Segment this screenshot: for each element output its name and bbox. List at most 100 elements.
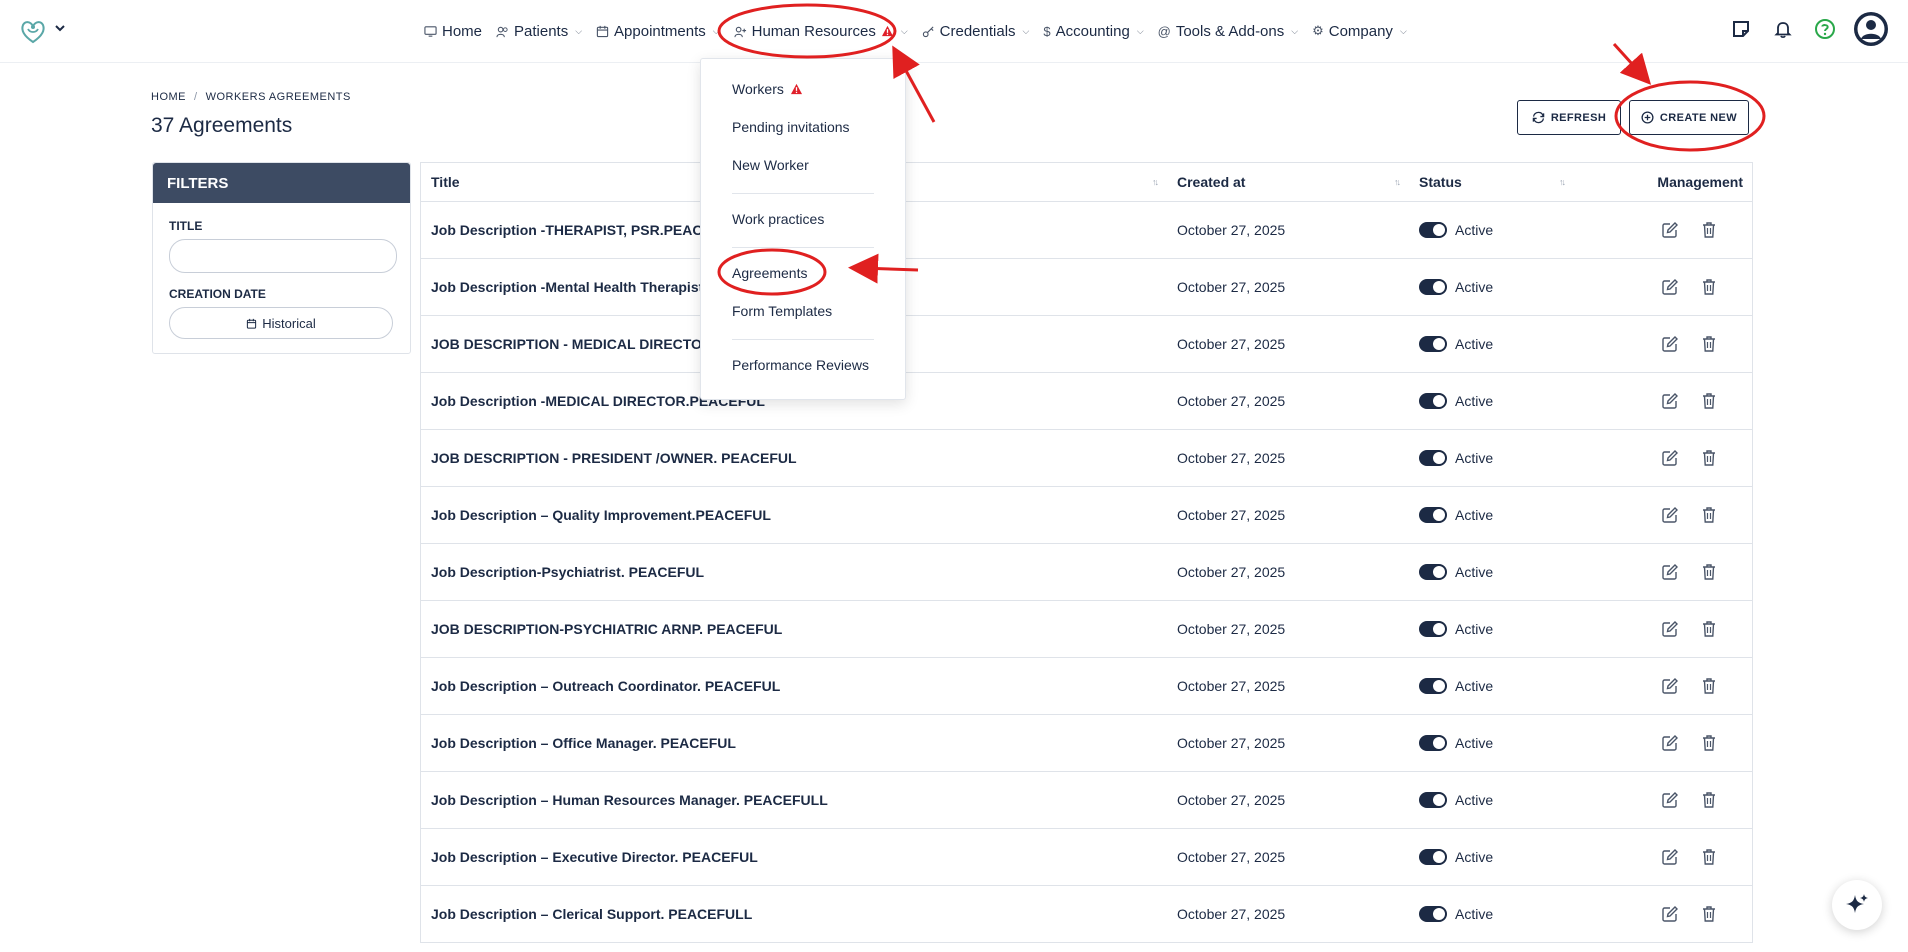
status-toggle[interactable] <box>1419 678 1447 694</box>
edit-icon[interactable] <box>1661 449 1679 467</box>
row-title[interactable]: Job Description – Clerical Support. PEAC… <box>431 886 752 942</box>
edit-icon[interactable] <box>1661 734 1679 752</box>
sort-icon[interactable]: ↑↓ <box>1559 177 1566 187</box>
edit-icon[interactable] <box>1661 791 1679 809</box>
menu-item-form-templates[interactable]: Form Templates <box>732 303 832 319</box>
trash-icon[interactable] <box>1701 734 1717 752</box>
status-toggle[interactable] <box>1419 621 1447 637</box>
nav-human-resources[interactable]: Human Resources ⌵ <box>733 23 908 40</box>
status-toggle[interactable] <box>1419 450 1447 466</box>
row-actions <box>1661 715 1717 771</box>
breadcrumb-separator: / <box>194 91 198 103</box>
gear-icon: ⚙ <box>1312 23 1324 38</box>
title-filter-input[interactable] <box>169 239 397 273</box>
row-status: Active <box>1419 715 1493 771</box>
bell-icon[interactable] <box>1770 16 1796 42</box>
human-resources-dropdown: Workers Pending invitations New Worker W… <box>700 58 906 400</box>
row-title[interactable]: Job Description-Psychiatrist. PEACEFUL <box>431 544 704 600</box>
nav-accounting[interactable]: $ Accounting ⌵ <box>1043 23 1143 40</box>
column-title[interactable]: Title <box>431 174 460 190</box>
creation-date-select[interactable]: Historical <box>169 307 393 339</box>
menu-item-workers[interactable]: Workers <box>732 81 803 97</box>
trash-icon[interactable] <box>1701 506 1717 524</box>
row-actions <box>1661 658 1717 714</box>
status-toggle[interactable] <box>1419 564 1447 580</box>
status-toggle[interactable] <box>1419 222 1447 238</box>
title-filter-label: TITLE <box>169 219 203 233</box>
trash-icon[interactable] <box>1701 335 1717 353</box>
row-title[interactable]: Job Description – Outreach Coordinator. … <box>431 658 780 714</box>
edit-icon[interactable] <box>1661 221 1679 239</box>
trash-icon[interactable] <box>1701 449 1717 467</box>
status-toggle[interactable] <box>1419 336 1447 352</box>
menu-item-work-practices[interactable]: Work practices <box>732 211 824 227</box>
row-title[interactable]: Job Description -THERAPIST, PSR.PEACEFUL <box>431 202 739 258</box>
edit-icon[interactable] <box>1661 677 1679 695</box>
ai-assistant-button[interactable] <box>1832 880 1882 930</box>
status-toggle[interactable] <box>1419 906 1447 922</box>
logo-menu-chevron-icon[interactable] <box>54 20 66 36</box>
logo-icon[interactable] <box>18 16 48 46</box>
trash-icon[interactable] <box>1701 563 1717 581</box>
nav-credentials[interactable]: Credentials ⌵ <box>922 23 1029 40</box>
nav-appointments[interactable]: Appointments ⌵ <box>596 23 720 40</box>
row-title[interactable]: Job Description – Executive Director. PE… <box>431 829 758 885</box>
row-title[interactable]: JOB DESCRIPTION - PRESIDENT /OWNER. PEAC… <box>431 430 797 486</box>
trash-icon[interactable] <box>1701 905 1717 923</box>
trash-icon[interactable] <box>1701 848 1717 866</box>
status-toggle[interactable] <box>1419 735 1447 751</box>
edit-icon[interactable] <box>1661 563 1679 581</box>
trash-icon[interactable] <box>1701 221 1717 239</box>
status-toggle[interactable] <box>1419 279 1447 295</box>
table-row: JOB DESCRIPTION-PSYCHIATRIC ARNP. PEACEF… <box>421 601 1752 658</box>
edit-icon[interactable] <box>1661 905 1679 923</box>
edit-icon[interactable] <box>1661 848 1679 866</box>
row-title[interactable]: Job Description – Office Manager. PEACEF… <box>431 715 736 771</box>
column-created-at[interactable]: Created at <box>1177 174 1245 190</box>
row-title[interactable]: JOB DESCRIPTION - MEDICAL DIRECTOR AND <box>431 316 746 372</box>
row-title[interactable]: Job Description -Mental Health Therapist <box>431 259 703 315</box>
refresh-button[interactable]: REFRESH <box>1517 100 1621 135</box>
menu-item-new-worker[interactable]: New Worker <box>732 157 809 173</box>
row-title[interactable]: Job Description – Quality Improvement.PE… <box>431 487 771 543</box>
avatar[interactable] <box>1854 12 1888 46</box>
status-label: Active <box>1455 792 1494 808</box>
row-status: Active <box>1419 316 1493 372</box>
notes-icon[interactable] <box>1728 16 1754 42</box>
trash-icon[interactable] <box>1701 392 1717 410</box>
calendar-icon <box>247 318 257 329</box>
trash-icon[interactable] <box>1701 677 1717 695</box>
row-title[interactable]: Job Description – Human Resources Manage… <box>431 772 828 828</box>
breadcrumb-home[interactable]: HOME <box>151 91 186 103</box>
menu-item-performance-reviews[interactable]: Performance Reviews <box>732 357 869 373</box>
edit-icon[interactable] <box>1661 335 1679 353</box>
status-toggle[interactable] <box>1419 507 1447 523</box>
status-label: Active <box>1455 222 1494 238</box>
nav-company[interactable]: ⚙ Company ⌵ <box>1312 23 1407 40</box>
trash-icon[interactable] <box>1701 278 1717 296</box>
trash-icon[interactable] <box>1701 791 1717 809</box>
edit-icon[interactable] <box>1661 620 1679 638</box>
sort-icon[interactable]: ↑↓ <box>1152 177 1159 187</box>
create-new-button[interactable]: CREATE NEW <box>1629 100 1749 135</box>
status-toggle[interactable] <box>1419 849 1447 865</box>
status-toggle[interactable] <box>1419 792 1447 808</box>
column-management: Management <box>1657 174 1743 190</box>
edit-icon[interactable] <box>1661 392 1679 410</box>
row-title[interactable]: JOB DESCRIPTION-PSYCHIATRIC ARNP. PEACEF… <box>431 601 782 657</box>
nav-tools-addons[interactable]: @ Tools & Add-ons ⌵ <box>1158 23 1298 40</box>
sort-icon[interactable]: ↑↓ <box>1394 177 1401 187</box>
nav-patients[interactable]: Patients ⌵ <box>496 23 582 40</box>
sparkle-icon <box>1846 894 1868 913</box>
row-actions <box>1661 886 1717 942</box>
edit-icon[interactable] <box>1661 278 1679 296</box>
status-toggle[interactable] <box>1419 393 1447 409</box>
trash-icon[interactable] <box>1701 620 1717 638</box>
column-status[interactable]: Status <box>1419 174 1462 190</box>
menu-item-agreements[interactable]: Agreements <box>732 265 807 281</box>
edit-icon[interactable] <box>1661 506 1679 524</box>
row-actions <box>1661 202 1717 258</box>
menu-item-pending-invitations[interactable]: Pending invitations <box>732 119 850 135</box>
help-icon[interactable] <box>1812 16 1838 42</box>
nav-home[interactable]: Home <box>424 23 482 40</box>
